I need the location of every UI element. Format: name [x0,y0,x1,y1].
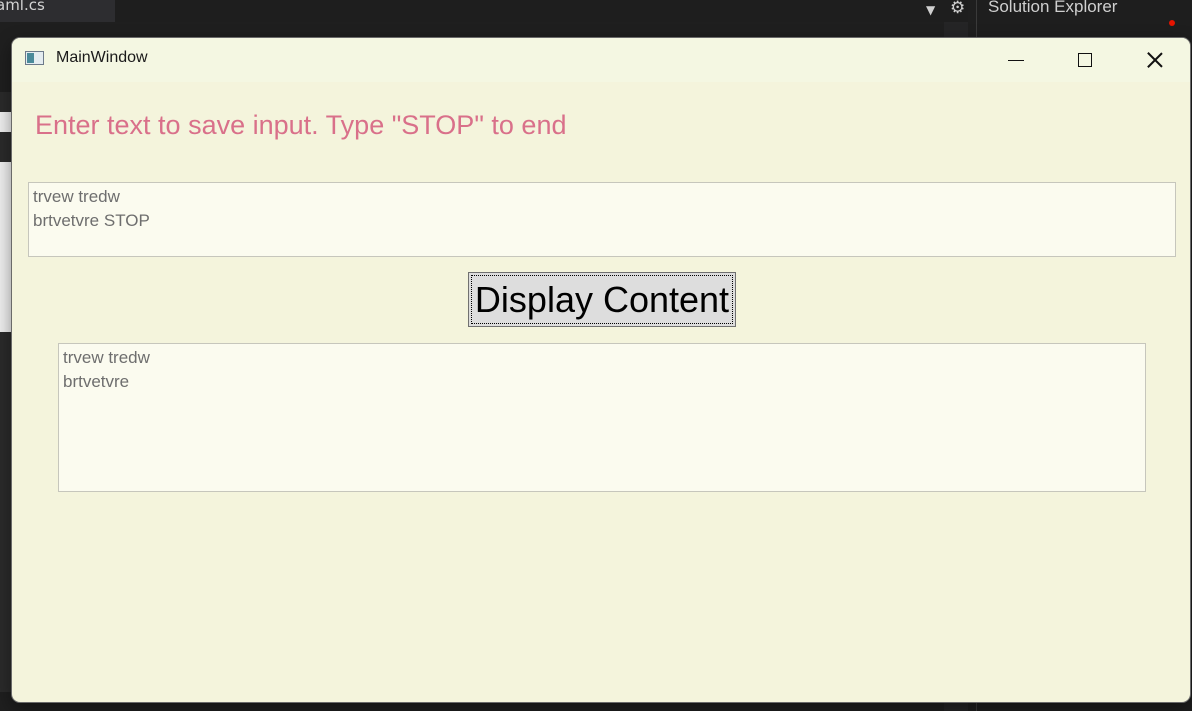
close-icon [1147,52,1163,68]
minimize-icon [1008,59,1024,61]
notification-dot-icon [1169,20,1175,26]
maximize-button[interactable] [1052,38,1118,82]
minimize-button[interactable] [983,38,1049,82]
maximize-icon [1078,53,1092,67]
app-window-icon [25,51,44,65]
ide-left-strip [0,112,12,132]
ide-editor-tab[interactable]: aml.cs [0,0,115,22]
input-textbox[interactable]: trvew tredw brtvetvre STOP [28,182,1176,257]
ide-left-panel [0,92,12,692]
instruction-label: Enter text to save input. Type "STOP" to… [35,110,567,140]
chevron-down-icon[interactable]: ▼ [926,3,935,17]
title-bar[interactable]: MainWindow [12,38,1190,82]
solution-explorer-title: Solution Explorer [988,0,1118,16]
output-textbox[interactable]: trvew tredw brtvetvre [58,343,1146,492]
ide-tab-bar: aml.cs ▼ ⚙ [0,0,968,22]
ide-left-strip [0,162,12,332]
display-content-button[interactable]: Display Content [468,272,736,327]
gear-icon[interactable]: ⚙ [950,0,965,18]
main-window: MainWindow Enter text to save input. Typ… [12,38,1190,702]
ide-editor-tab-label: aml.cs [0,0,45,14]
window-title: MainWindow [56,49,148,66]
close-button[interactable] [1122,38,1188,82]
